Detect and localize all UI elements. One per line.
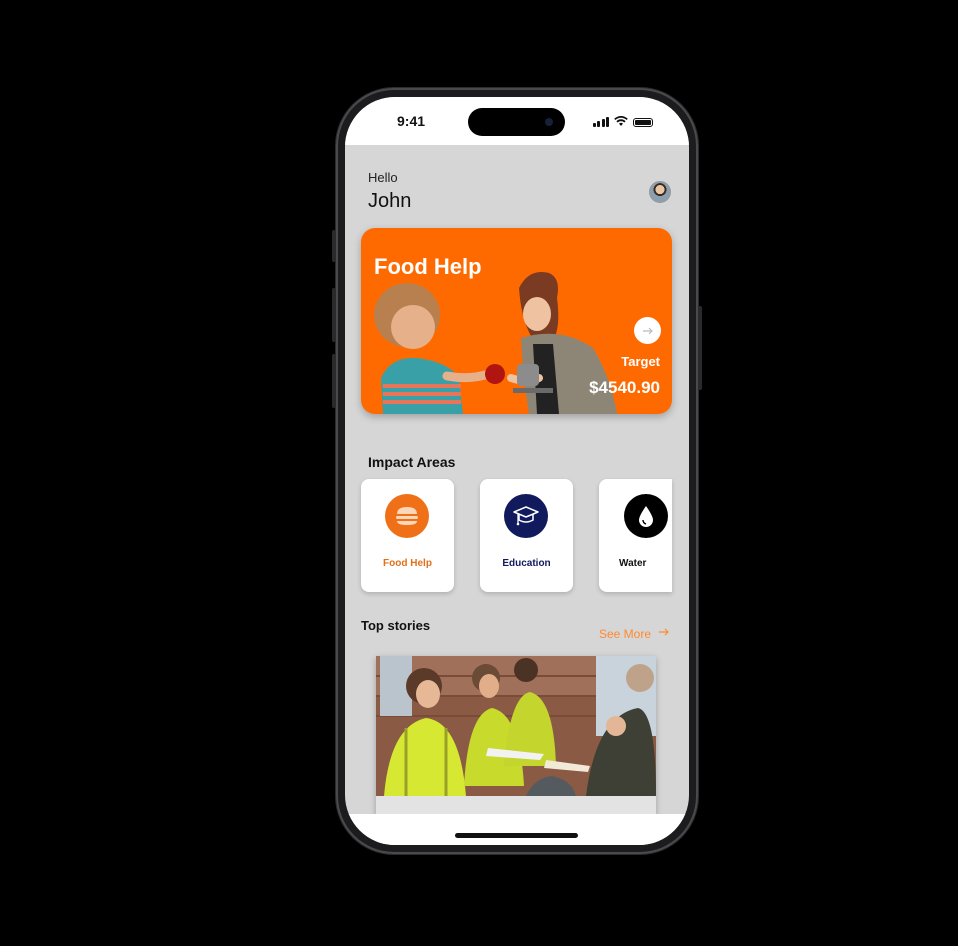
hero-arrow-button[interactable] [634,317,661,344]
home-indicator-bar [345,814,689,845]
cellular-signal-icon [592,117,609,127]
status-icons [592,116,653,127]
user-name: John [368,190,412,212]
wifi-icon [614,116,628,126]
impact-card-label: Water [619,558,647,569]
impact-card-education[interactable]: Education [480,479,573,592]
avatar[interactable] [649,181,671,203]
impact-card-label: Education [502,558,551,569]
action-button [332,230,336,262]
volume-up-button [332,288,336,342]
story-photo [376,656,656,796]
greeting-hello: Hello [368,170,398,185]
status-time: 9:41 [397,113,426,129]
status-bar: 9:41 [345,97,689,145]
impact-card-water[interactable]: Water [599,479,672,592]
see-more-label: See More [599,627,652,641]
water-drop-icon [624,494,668,538]
impact-areas-title: Impact Areas [368,454,456,470]
arrow-right-icon [659,628,669,636]
impact-card-label: Food Help [383,558,432,569]
top-stories-title: Top stories [361,618,431,633]
power-button [698,306,702,390]
hero-card[interactable]: Food Help Target $4540.90 [361,228,672,414]
app-screen: 9:41 Hello John Food Help Target $4540.9… [345,97,689,845]
arrow-right-icon [642,327,653,334]
battery-icon [633,118,653,127]
home-indicator[interactable] [455,833,578,838]
hero-target-amount: $4540.90 [589,378,660,397]
hero-target-label: Target [621,354,660,369]
graduation-cap-icon [504,494,548,538]
burger-icon [385,494,429,538]
phone-frame: 9:41 Hello John Food Help Target $4540.9… [332,88,702,854]
see-more-link[interactable]: See More [599,627,670,641]
volume-down-button [332,354,336,408]
impact-card-food-help[interactable]: Food Help [361,479,454,592]
hero-title: Food Help [374,254,482,279]
dynamic-island [468,108,565,136]
